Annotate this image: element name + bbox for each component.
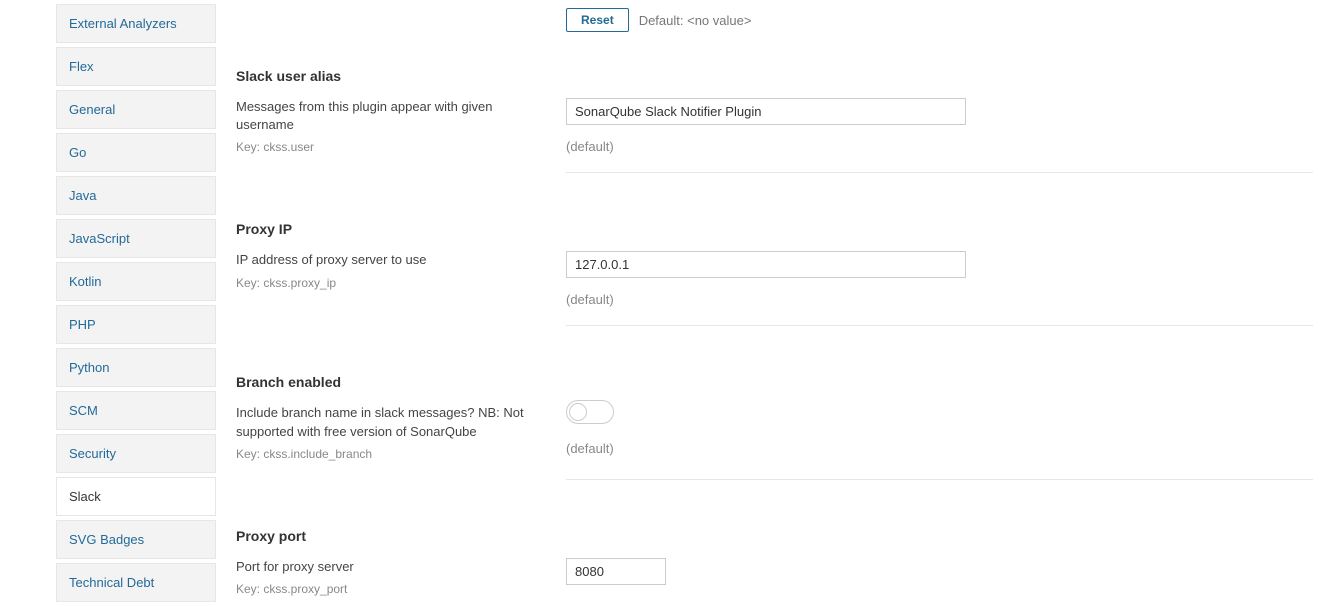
setting-title: Proxy IP — [236, 221, 546, 237]
settings-main: Reset Default: <no value> Slack user ali… — [216, 0, 1337, 614]
default-note: (default) — [566, 441, 1313, 456]
setting-branch-enabled: Branch enabled Include branch name in sl… — [236, 374, 1313, 460]
setting-desc: IP address of proxy server to use — [236, 251, 546, 269]
settings-sidebar: External Analyzers Flex General Go Java … — [0, 0, 216, 614]
setting-desc: Include branch name in slack messages? N… — [236, 404, 546, 440]
divider — [566, 172, 1313, 173]
sidebar-item-go[interactable]: Go — [56, 133, 216, 172]
proxy-ip-input[interactable] — [566, 251, 966, 278]
sidebar-item-security[interactable]: Security — [56, 434, 216, 473]
sidebar-item-general[interactable]: General — [56, 90, 216, 129]
sidebar-item-slack[interactable]: Slack — [56, 477, 216, 516]
setting-desc: Port for proxy server — [236, 558, 546, 576]
setting-key: Key: ckss.include_branch — [236, 447, 546, 461]
sidebar-item-flex[interactable]: Flex — [56, 47, 216, 86]
sidebar-item-external-analyzers[interactable]: External Analyzers — [56, 4, 216, 43]
setting-key: Key: ckss.user — [236, 140, 546, 154]
setting-proxy-ip: Proxy IP IP address of proxy server to u… — [236, 221, 1313, 307]
sidebar-item-php[interactable]: PHP — [56, 305, 216, 344]
setting-title: Proxy port — [236, 528, 546, 544]
setting-key: Key: ckss.proxy_port — [236, 582, 546, 596]
divider — [566, 479, 1313, 480]
sidebar-item-technical-debt[interactable]: Technical Debt — [56, 563, 216, 602]
sidebar-item-scm[interactable]: SCM — [56, 391, 216, 430]
reset-button[interactable]: Reset — [566, 8, 629, 32]
setting-slack-user-alias: Slack user alias Messages from this plug… — [236, 68, 1313, 154]
toggle-knob — [569, 403, 587, 421]
branch-enabled-toggle[interactable] — [566, 400, 614, 424]
setting-desc: Messages from this plugin appear with gi… — [236, 98, 546, 134]
divider — [566, 325, 1313, 326]
sidebar-item-kotlin[interactable]: Kotlin — [56, 262, 216, 301]
default-note: (default) — [566, 292, 1313, 307]
setting-title: Slack user alias — [236, 68, 546, 84]
sidebar-item-java[interactable]: Java — [56, 176, 216, 215]
default-note: (default) — [566, 139, 1313, 154]
reset-row: Reset Default: <no value> — [566, 8, 1313, 32]
sidebar-item-javascript[interactable]: JavaScript — [56, 219, 216, 258]
sidebar-item-svg-badges[interactable]: SVG Badges — [56, 520, 216, 559]
setting-key: Key: ckss.proxy_ip — [236, 276, 546, 290]
sidebar-item-python[interactable]: Python — [56, 348, 216, 387]
default-label: Default: <no value> — [639, 13, 752, 28]
setting-proxy-port: Proxy port Port for proxy server Key: ck… — [236, 528, 1313, 596]
proxy-port-input[interactable] — [566, 558, 666, 585]
setting-title: Branch enabled — [236, 374, 546, 390]
slack-user-alias-input[interactable] — [566, 98, 966, 125]
